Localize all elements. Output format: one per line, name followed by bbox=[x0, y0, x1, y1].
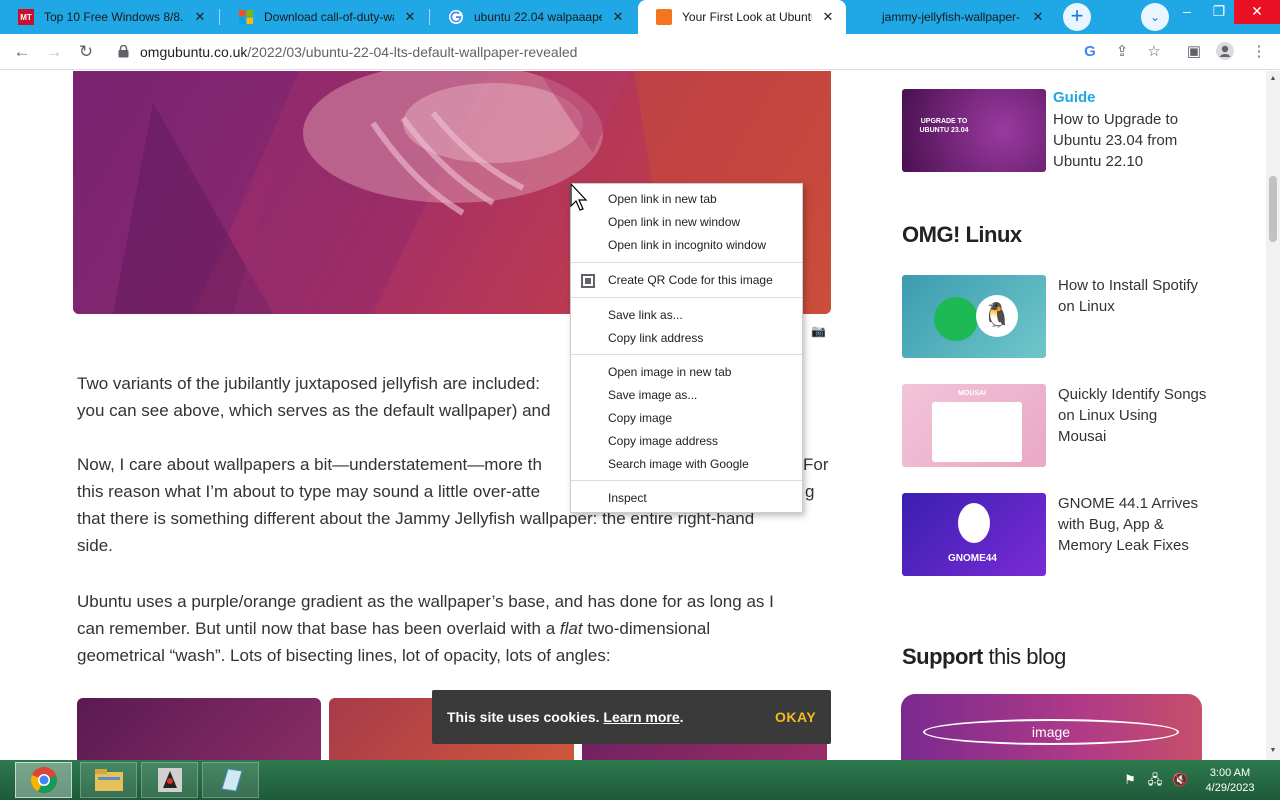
tab-jammy-wallpaper[interactable]: jammy-jellyfish-wallpaper- ✕ bbox=[848, 0, 1056, 34]
tab-top10-windows[interactable]: MT Top 10 Free Windows 8/8.1 ✕ bbox=[0, 0, 218, 34]
google-favicon-icon bbox=[448, 9, 464, 25]
tab-title: Your First Look at Ubuntu 2 bbox=[682, 10, 812, 24]
windows-taskbar: ⚑ 🖧 🔇 3:00 AM 4/29/2023 bbox=[0, 760, 1280, 800]
guide-article-link[interactable]: How to Upgrade to Ubuntu 23.04 from Ubun… bbox=[1053, 109, 1203, 172]
camera-icon: 📷 bbox=[811, 324, 826, 338]
menu-open-link-new-tab[interactable]: Open link in new tab bbox=[571, 188, 802, 211]
tab-omgubuntu-active[interactable]: Your First Look at Ubuntu 2 ✕ bbox=[638, 0, 846, 34]
tab-close-icon[interactable]: ✕ bbox=[402, 9, 418, 25]
menu-separator bbox=[571, 297, 802, 298]
tab-close-icon[interactable]: ✕ bbox=[610, 9, 626, 25]
context-menu: Open link in new tab Open link in new wi… bbox=[570, 183, 803, 513]
omg-linux-heading: OMG! Linux bbox=[902, 222, 1022, 247]
back-arrow-icon[interactable]: ← bbox=[11, 41, 33, 63]
tab-title: Download call-of-duty-war bbox=[264, 10, 394, 24]
menu-open-link-incognito[interactable]: Open link in incognito window bbox=[571, 234, 802, 257]
tab-close-icon[interactable]: ✕ bbox=[820, 9, 836, 25]
url-host: omgubuntu.co.uk bbox=[140, 44, 248, 60]
system-clock[interactable]: 3:00 AM 4/29/2023 bbox=[1199, 766, 1261, 796]
taskbar-notes-app[interactable] bbox=[202, 762, 259, 798]
menu-open-image-new-tab[interactable]: Open image in new tab bbox=[571, 361, 802, 384]
taskbar-java-app[interactable] bbox=[141, 762, 198, 798]
menu-copy-image[interactable]: Copy image bbox=[571, 407, 802, 430]
folder-icon bbox=[94, 769, 123, 791]
qr-code-icon bbox=[581, 274, 595, 288]
tab-close-icon[interactable]: ✕ bbox=[1030, 9, 1046, 25]
browser-toolbar: ← → ↻ omgubuntu.co.uk/2022/03/ubuntu-22-… bbox=[0, 34, 1280, 70]
menu-open-link-new-window[interactable]: Open link in new window bbox=[571, 211, 802, 234]
share-icon[interactable]: ⇪ bbox=[1111, 41, 1133, 63]
spotify-thumbnail[interactable]: 🐧 bbox=[902, 275, 1046, 358]
image-alt-label: image bbox=[923, 719, 1179, 745]
page-scrollbar[interactable]: ▲ ▼ bbox=[1266, 71, 1280, 760]
gnome-foot-icon bbox=[958, 503, 990, 543]
menu-copy-image-address[interactable]: Copy image address bbox=[571, 430, 802, 453]
cookie-banner: This site uses cookies. Learn more. OKAY bbox=[432, 690, 831, 744]
tab-close-icon[interactable]: ✕ bbox=[192, 9, 208, 25]
spotify-logo-icon bbox=[934, 297, 978, 341]
mousai-thumbnail[interactable]: MOUSAI bbox=[902, 384, 1046, 467]
guide-category-label[interactable]: Guide bbox=[1053, 89, 1096, 106]
url-path: /2022/03/ubuntu-22-04-lts-default-wallpa… bbox=[247, 44, 578, 60]
menu-separator bbox=[571, 480, 802, 481]
support-heading: Support this blog bbox=[902, 644, 1066, 669]
menu-copy-link-address[interactable]: Copy link address bbox=[571, 327, 802, 350]
menu-create-qr-code[interactable]: Create QR Code for this image bbox=[571, 269, 802, 292]
java-duke-icon bbox=[157, 768, 182, 792]
notepad-icon bbox=[220, 768, 243, 792]
scroll-thumb[interactable] bbox=[1269, 176, 1277, 242]
mouse-cursor-icon bbox=[570, 183, 588, 211]
menu-search-image-google[interactable]: Search image with Google bbox=[571, 453, 802, 476]
menu-save-link-as[interactable]: Save link as... bbox=[571, 304, 802, 327]
reload-icon[interactable]: ↻ bbox=[75, 41, 97, 63]
scroll-down-arrow-icon[interactable]: ▼ bbox=[1268, 747, 1278, 757]
taskbar-file-explorer[interactable] bbox=[80, 762, 137, 798]
cookie-okay-button[interactable]: OKAY bbox=[775, 709, 816, 725]
side-panel-icon[interactable]: ▣ bbox=[1183, 41, 1205, 63]
mousai-article-link[interactable]: Quickly Identify Songs on Linux Using Mo… bbox=[1058, 384, 1208, 447]
scroll-up-arrow-icon[interactable]: ▲ bbox=[1268, 75, 1278, 85]
profile-avatar-icon[interactable] bbox=[1214, 41, 1236, 63]
tux-penguin-icon: 🐧 bbox=[976, 295, 1018, 337]
gnome44-thumbnail[interactable]: GNOME44 bbox=[902, 493, 1046, 576]
menu-separator bbox=[571, 262, 802, 263]
new-tab-button[interactable]: + bbox=[1063, 3, 1091, 31]
tab-title: jammy-jellyfish-wallpaper- bbox=[882, 10, 1021, 24]
chrome-icon bbox=[30, 767, 57, 793]
microsoft-favicon-icon bbox=[238, 9, 254, 25]
cookie-message: This site uses cookies. Learn more. bbox=[447, 709, 684, 725]
learn-more-link[interactable]: Learn more bbox=[603, 709, 679, 725]
action-center-flag-icon[interactable]: ⚑ bbox=[1122, 772, 1138, 788]
menu-separator bbox=[571, 354, 802, 355]
network-icon[interactable]: 🖧 bbox=[1147, 772, 1163, 788]
upgrade-guide-thumbnail[interactable]: UPGRADE TO UBUNTU 23.04 bbox=[902, 89, 1046, 172]
bookmark-star-icon[interactable]: ☆ bbox=[1143, 41, 1165, 63]
mt-favicon-icon: MT bbox=[18, 9, 34, 25]
tab-call-of-duty[interactable]: Download call-of-duty-war ✕ bbox=[220, 0, 428, 34]
google-lens-icon[interactable]: G bbox=[1079, 41, 1101, 63]
tab-strip: MT Top 10 Free Windows 8/8.1 ✕ Download … bbox=[0, 0, 1280, 34]
support-banner[interactable]: image bbox=[901, 694, 1202, 760]
gnome-article-link[interactable]: GNOME 44.1 Arrives with Bug, App & Memor… bbox=[1058, 493, 1208, 556]
wallpaper-thumbnail[interactable] bbox=[77, 698, 321, 760]
volume-muted-icon[interactable]: 🔇 bbox=[1172, 772, 1188, 788]
tab-title: Top 10 Free Windows 8/8.1 bbox=[44, 10, 184, 24]
address-bar[interactable]: omgubuntu.co.uk/2022/03/ubuntu-22-04-lts… bbox=[110, 38, 1170, 66]
article-paragraph-3: Ubuntu uses a purple/orange gradient as … bbox=[77, 592, 774, 665]
tab-ubuntu-search[interactable]: ubuntu 22.04 walpaaaper ✕ bbox=[430, 0, 636, 34]
kebab-menu-icon[interactable]: ⋮ bbox=[1248, 41, 1270, 63]
menu-save-image-as[interactable]: Save image as... bbox=[571, 384, 802, 407]
forward-arrow-icon[interactable]: → bbox=[43, 41, 65, 63]
lock-icon bbox=[118, 44, 132, 59]
taskbar-chrome[interactable] bbox=[15, 762, 72, 798]
omgubuntu-favicon-icon bbox=[656, 9, 672, 25]
window-close-icon[interactable]: ✕ bbox=[1234, 0, 1280, 24]
spotify-article-link[interactable]: How to Install Spotify on Linux bbox=[1058, 275, 1208, 317]
tab-title: ubuntu 22.04 walpaaaper bbox=[474, 10, 602, 24]
menu-inspect[interactable]: Inspect bbox=[571, 487, 802, 510]
